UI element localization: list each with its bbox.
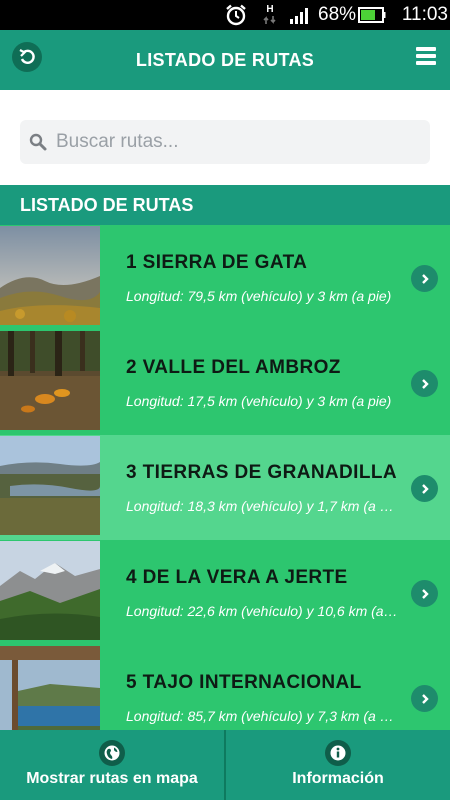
route-item-tajo-internacional[interactable]: 5 TAJO INTERNACIONAL Longitud: 85,7 km (…	[0, 645, 450, 730]
route-title: 3 TIERRAS DE GRANADILLA	[126, 462, 397, 483]
network-type-indicator: H	[262, 0, 278, 30]
route-title: 2 VALLE DEL AMBROZ	[126, 357, 341, 378]
route-title: 4 DE LA VERA A JERTE	[126, 567, 348, 588]
globe-icon	[99, 740, 125, 766]
alarm-clock-icon	[224, 0, 250, 30]
route-detail-button[interactable]	[411, 580, 438, 607]
bottom-bar: Mostrar rutas en mapa Información	[0, 730, 450, 800]
chevron-right-icon	[421, 693, 429, 704]
route-detail-button[interactable]	[411, 370, 438, 397]
section-title: LISTADO DE RUTAS	[20, 195, 194, 215]
signal-strength-icon	[290, 0, 314, 30]
page-title: LISTADO DE RUTAS	[135, 50, 315, 70]
show-map-button[interactable]: Mostrar rutas en mapa	[0, 730, 224, 800]
chevron-right-icon	[421, 483, 429, 494]
menu-line	[416, 61, 436, 65]
route-detail-button[interactable]	[411, 265, 438, 292]
route-list: 1 SIERRA DE GATA Longitud: 79,5 km (vehí…	[0, 225, 450, 730]
app-bar: LISTADO DE RUTAS	[0, 30, 450, 90]
menu-line	[416, 54, 436, 58]
route-item-tierras-de-granadilla[interactable]: 3 TIERRAS DE GRANADILLA Longitud: 18,3 k…	[0, 435, 450, 540]
chevron-right-icon	[421, 378, 429, 389]
route-title: 1 SIERRA DE GATA	[126, 252, 308, 273]
route-length: Longitud: 85,7 km (vehículo) y 7,3 km (a…	[126, 708, 401, 724]
route-item-valle-del-ambroz[interactable]: 2 VALLE DEL AMBROZ Longitud: 17,5 km (ve…	[0, 330, 450, 435]
route-detail-button[interactable]	[411, 475, 438, 502]
route-length: Longitud: 17,5 km (vehículo) y 3 km (a p…	[126, 393, 392, 409]
search-box[interactable]	[20, 120, 430, 164]
route-length: Longitud: 18,3 km (vehículo) y 1,7 km (a…	[126, 498, 401, 514]
route-detail-button[interactable]	[411, 685, 438, 712]
route-length: Longitud: 79,5 km (vehículo) y 3 km (a p…	[126, 288, 392, 304]
info-icon	[325, 740, 351, 766]
route-thumbnail	[0, 541, 100, 640]
info-label: Información	[292, 770, 384, 787]
route-item-sierra-de-gata[interactable]: 1 SIERRA DE GATA Longitud: 79,5 km (vehí…	[0, 225, 450, 330]
chevron-right-icon	[421, 588, 429, 599]
route-thumbnail	[0, 226, 100, 325]
route-thumbnail	[0, 331, 100, 430]
route-item-de-la-vera-a-jerte[interactable]: 4 DE LA VERA A JERTE Longitud: 22,6 km (…	[0, 540, 450, 645]
chevron-right-icon	[421, 273, 429, 284]
search-area	[0, 90, 450, 185]
route-thumbnail	[0, 436, 100, 535]
route-thumbnail	[0, 646, 100, 730]
status-bar: H 68% 11:03	[0, 0, 450, 30]
section-header: LISTADO DE RUTAS	[0, 185, 450, 225]
back-button[interactable]	[12, 42, 42, 72]
search-input[interactable]	[56, 120, 416, 164]
show-map-label: Mostrar rutas en mapa	[26, 770, 198, 787]
menu-line	[416, 47, 436, 51]
search-icon	[29, 133, 47, 151]
route-title: 5 TAJO INTERNACIONAL	[126, 672, 362, 693]
battery-icon	[358, 0, 388, 30]
back-arrow-icon	[19, 49, 35, 64]
clock-time: 11:03	[401, 4, 448, 25]
info-button[interactable]: Información	[226, 730, 450, 800]
route-length: Longitud: 22,6 km (vehículo) y 10,6 km (…	[126, 603, 401, 619]
menu-button[interactable]	[416, 46, 436, 66]
battery-percent: 68%	[318, 4, 357, 25]
